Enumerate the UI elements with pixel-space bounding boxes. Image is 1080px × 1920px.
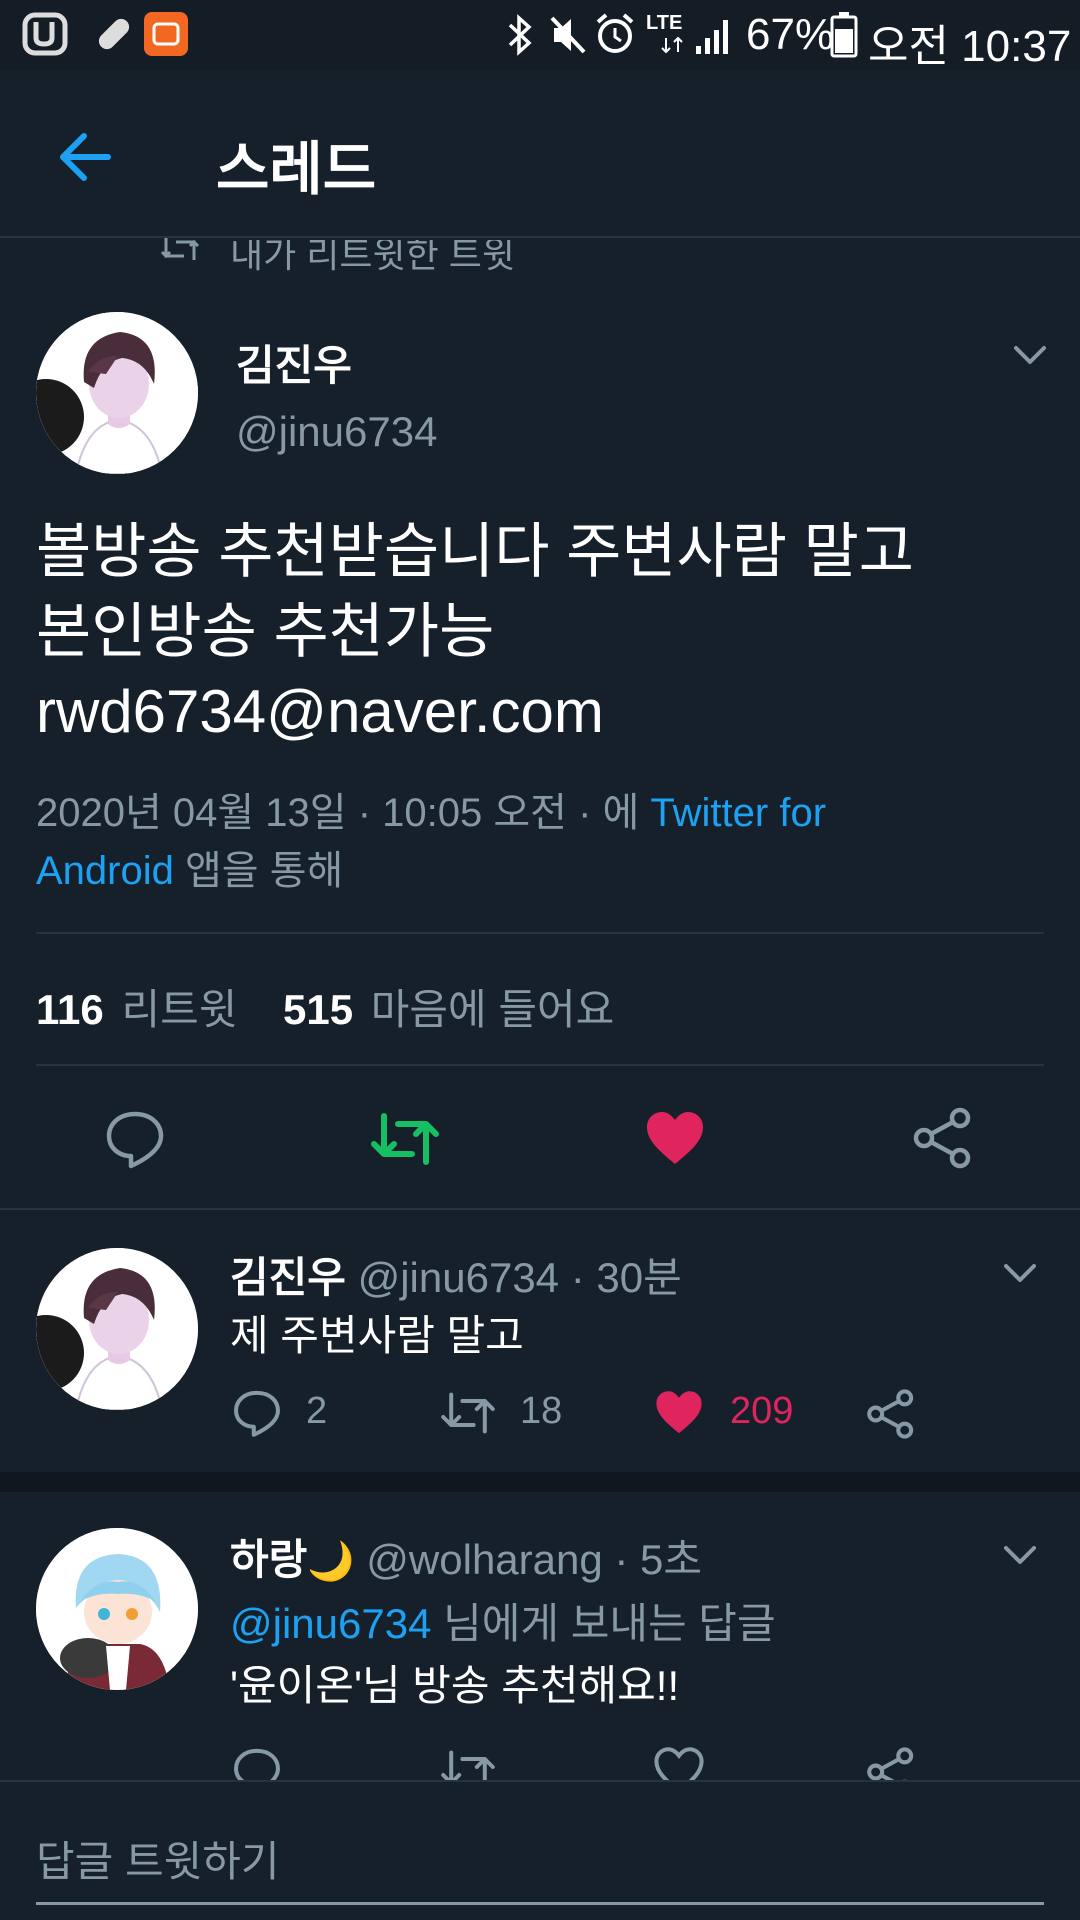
divider: [36, 1064, 1044, 1066]
page-title: 스레드: [216, 137, 377, 202]
moon-emoji: 🌙: [307, 1541, 355, 1583]
section-separator: [0, 1472, 1080, 1492]
status-bar: LTE 67% 오전 10:37: [0, 0, 1080, 71]
chevron-down-icon[interactable]: [1000, 1258, 1040, 1288]
author-handle[interactable]: @jinu6734: [236, 408, 437, 456]
reply-to-label: 님에게 보내는 답글: [431, 1600, 776, 1647]
author-name[interactable]: 김진우: [230, 1254, 346, 1301]
share-icon[interactable]: [866, 1388, 916, 1440]
composer-underline: [36, 1902, 1044, 1905]
tweet-time: · 5초: [614, 1536, 703, 1583]
source-link[interactable]: Twitter for: [650, 791, 826, 835]
battery-percent: 67%: [746, 10, 835, 59]
avatar-illustration: [36, 1528, 198, 1690]
reply-header: 김진우 @jinu6734 · 30분: [230, 1244, 682, 1305]
reply-tweet[interactable]: 김진우 @jinu6734 · 30분 제 주변사람 말고 2 18 209: [0, 1210, 1080, 1470]
mi-icon: [144, 12, 188, 56]
tweet-text-line: 본인방송 추천가능: [36, 598, 495, 665]
reply-composer[interactable]: 답글 트윗하기: [0, 1780, 1080, 1920]
author-handle[interactable]: @jinu6734: [358, 1254, 559, 1301]
source-link-cont[interactable]: Android: [36, 849, 174, 893]
chevron-down-icon[interactable]: [1000, 1540, 1040, 1570]
retweet-small-icon: [160, 238, 200, 260]
tweet-text-email[interactable]: rwd6734@naver.com: [36, 672, 914, 752]
author-name[interactable]: 김진우: [236, 332, 352, 393]
retweet-icon[interactable]: [440, 1746, 496, 1782]
reply-icon[interactable]: [104, 1108, 166, 1170]
like-outline-icon[interactable]: [654, 1746, 704, 1782]
divider: [36, 932, 1044, 934]
retweet-icon[interactable]: [370, 1108, 440, 1170]
uplus-icon: [22, 12, 68, 56]
signal-icon: [696, 20, 728, 54]
tweet-meta: 2020년 04월 13일 · 10:05 오전 · 에 Twitter for…: [36, 784, 936, 900]
tweet-stats: 116 리트윗 515 마음에 들어요: [36, 976, 614, 1037]
reply-to-line: @jinu6734 님에게 보내는 답글: [230, 1590, 776, 1651]
share-icon[interactable]: [912, 1106, 974, 1170]
reply-header: 하랑🌙 @wolharang · 5초: [230, 1526, 702, 1587]
share-icon[interactable]: [866, 1746, 916, 1782]
bluetooth-icon: [508, 14, 532, 56]
retweet-label[interactable]: 리트윗: [121, 986, 237, 1033]
author-name[interactable]: 하랑: [230, 1536, 307, 1583]
pill-icon: [98, 18, 130, 50]
like-heart-icon[interactable]: [644, 1108, 706, 1170]
reply-icon[interactable]: [232, 1388, 282, 1438]
lte-arrows-icon: [661, 36, 683, 54]
reply-icon[interactable]: [232, 1746, 282, 1782]
retweet-count: 18: [520, 1390, 563, 1432]
like-heart-icon[interactable]: [654, 1388, 704, 1438]
reply-tweet[interactable]: 하랑🌙 @wolharang · 5초 @jinu6734 님에게 보내는 답글…: [0, 1492, 1080, 1782]
source-suffix: 앱을 통해: [173, 849, 344, 893]
reply-to-handle[interactable]: @jinu6734: [230, 1600, 431, 1647]
battery-icon: [830, 12, 858, 58]
reply-text: '윤이온'님 방송 추천해요!!: [230, 1662, 680, 1709]
like-label[interactable]: 마음에 들어요: [371, 986, 615, 1033]
chevron-down-icon[interactable]: [1010, 340, 1050, 370]
like-count[interactable]: 515: [283, 986, 353, 1033]
lte-label: LTE: [646, 12, 683, 34]
alarm-icon: [596, 13, 634, 53]
tweet-time: · 30분: [570, 1254, 682, 1301]
reply-text: 제 주변사람 말고: [230, 1312, 524, 1359]
retweet-count[interactable]: 116: [36, 986, 104, 1033]
tweet-text: 볼방송 추천받습니다 주변사람 말고 본인방송 추천가능 rwd6734@nav…: [36, 512, 914, 752]
avatar-illustration: [36, 1248, 198, 1410]
avatar-illustration: [36, 312, 198, 474]
author-handle[interactable]: @wolharang: [366, 1536, 602, 1583]
tweet-text-line: 볼방송 추천받습니다 주변사람 말고: [36, 518, 915, 585]
status-time: 오전 10:37: [868, 22, 1072, 71]
retweet-icon[interactable]: [440, 1388, 496, 1438]
top-app-bar: 스레드: [0, 70, 1080, 238]
avatar[interactable]: [36, 312, 198, 474]
composer-placeholder[interactable]: 답글 트윗하기: [36, 1828, 280, 1889]
main-tweet: 내가 리트윗한 트윗 김진우 @jinu6734 볼방송 추천받습니다 주변사람…: [0, 238, 1080, 1208]
mute-icon: [550, 16, 586, 54]
avatar[interactable]: [36, 1528, 198, 1690]
tweet-date: 2020년 04월 13일 · 10:05 오전 · 에: [36, 791, 651, 835]
like-count: 209: [730, 1390, 794, 1432]
reply-count: 2: [306, 1390, 328, 1432]
avatar[interactable]: [36, 1248, 198, 1410]
back-arrow-icon[interactable]: [50, 122, 120, 192]
